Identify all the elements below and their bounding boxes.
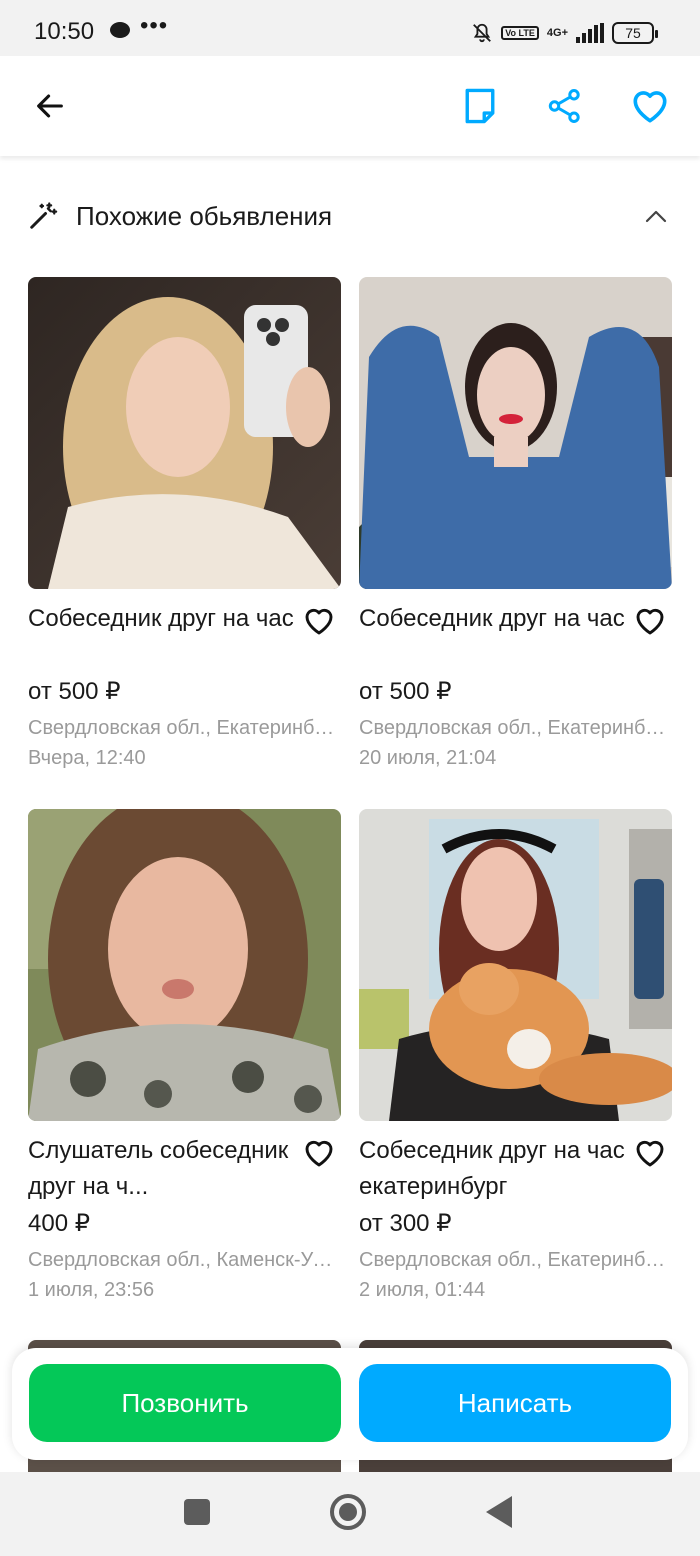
listing-card[interactable]: Собеседник друг на час екатеринбург от 3… <box>359 809 672 1305</box>
contact-action-bar: Позвонить Написать <box>12 1348 688 1460</box>
note-button[interactable] <box>456 82 504 130</box>
listing-date: Вчера, 12:40 <box>28 747 146 769</box>
back-button[interactable] <box>26 82 74 130</box>
listing-location: Свердловская обл., Каменск-Уральский <box>28 1249 341 1271</box>
call-button[interactable]: Позвонить <box>29 1364 341 1442</box>
bell-off-icon <box>473 23 492 43</box>
status-icons: Vo LTE 4G+ 75 <box>471 20 658 46</box>
listing-card[interactable]: Собеседник друг на час от 500 ₽ Свердлов… <box>28 277 341 773</box>
app-bar <box>0 56 700 156</box>
share-button[interactable] <box>541 82 589 130</box>
listing-location: Свердловская обл., Екатеринбург <box>359 717 672 739</box>
listing-price: от 300 ₽ <box>359 1210 452 1237</box>
favorite-button[interactable] <box>301 1135 337 1171</box>
favorite-button[interactable] <box>632 603 668 639</box>
listing-location: Свердловская обл., Екатеринбург <box>28 717 341 739</box>
listing-title[interactable]: Собеседник друг на час <box>359 601 629 673</box>
status-bar: 10:50 ••• Vo LTE 4G+ 75 <box>0 0 700 56</box>
listing-photo[interactable] <box>359 809 672 1121</box>
section-title: Похожие обьявления <box>76 200 333 231</box>
listing-photo-graphic <box>28 277 341 589</box>
listing-title[interactable]: Собеседник друг на час екатеринбург <box>359 1133 629 1205</box>
listing-date: 20 июля, 21:04 <box>359 747 497 769</box>
listing-photo[interactable] <box>359 277 672 589</box>
listing-date: 2 июля, 01:44 <box>359 1279 486 1301</box>
heart-icon <box>633 91 667 123</box>
favorite-button[interactable] <box>301 603 337 639</box>
listing-price: от 500 ₽ <box>359 678 452 705</box>
magic-wand-icon <box>30 202 58 229</box>
listing-photo-graphic <box>359 809 672 1121</box>
similar-listings-header: Похожие обьявления <box>28 196 672 236</box>
heart-icon <box>636 608 664 635</box>
system-nav-bar <box>0 1472 700 1556</box>
volte-indicator: Vo LTE <box>501 26 539 40</box>
battery-icon: 75 <box>612 22 658 44</box>
collapse-button[interactable] <box>640 200 672 232</box>
heart-icon <box>305 608 333 635</box>
network-indicator: 4G+ <box>546 26 568 39</box>
listing-location: Свердловская обл., Екатеринбург <box>359 1249 672 1271</box>
chevron-up-icon <box>645 210 667 223</box>
listing-price: от 500 ₽ <box>28 678 121 705</box>
listing-photo[interactable] <box>28 809 341 1121</box>
listing-card[interactable]: Собеседник друг на час от 500 ₽ Свердлов… <box>359 277 672 773</box>
listing-photo[interactable] <box>28 277 341 589</box>
back-triangle-icon[interactable] <box>486 1496 512 1528</box>
battery-level: 75 <box>625 25 641 41</box>
favorite-button[interactable] <box>626 82 674 130</box>
more-notifications-icon: ••• <box>140 12 169 39</box>
listing-photo-graphic <box>359 277 672 589</box>
listing-price: 400 ₽ <box>28 1210 90 1237</box>
chat-notification-icon <box>110 22 130 38</box>
back-arrow-icon <box>37 94 63 118</box>
listing-title[interactable]: Собеседник друг на час <box>28 601 298 673</box>
listing-card[interactable]: Слушатель собеседник друг на ч... 400 ₽ … <box>28 809 341 1305</box>
share-icon <box>548 89 580 123</box>
signal-icon <box>576 23 604 43</box>
write-message-button[interactable]: Написать <box>359 1364 671 1442</box>
home-icon[interactable] <box>330 1494 366 1530</box>
listing-photo-graphic <box>28 809 341 1121</box>
listing-title[interactable]: Слушатель собеседник друг на ч... <box>28 1133 298 1205</box>
heart-icon <box>636 1140 664 1167</box>
favorite-button[interactable] <box>632 1135 668 1171</box>
recent-apps-icon[interactable] <box>184 1499 210 1525</box>
note-icon <box>465 88 495 124</box>
heart-icon <box>305 1140 333 1167</box>
listing-date: 1 июля, 23:56 <box>28 1279 155 1301</box>
status-time: 10:50 <box>34 18 95 45</box>
